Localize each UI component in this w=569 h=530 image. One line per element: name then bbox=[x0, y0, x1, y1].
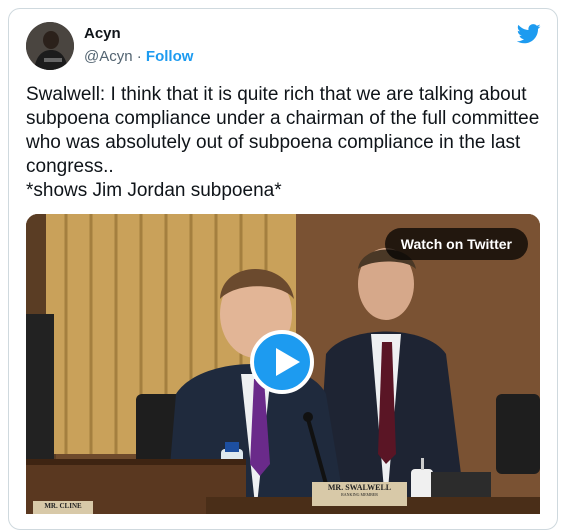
avatar[interactable] bbox=[26, 22, 74, 70]
watch-on-twitter-button[interactable]: Watch on Twitter bbox=[384, 228, 528, 260]
nameplate-main-text: MR. SWALWELL bbox=[327, 483, 392, 492]
author-handle[interactable]: @Acyn bbox=[84, 48, 133, 65]
tweet-card: Acyn @Acyn · Follow Swalwell: I think th… bbox=[8, 8, 558, 530]
separator: · bbox=[136, 48, 142, 65]
author-name[interactable]: Acyn bbox=[84, 25, 121, 42]
tweet-text: Swalwell: I think that it is quite rich … bbox=[26, 84, 540, 201]
nameplate-sub-text: RANKING MEMBER bbox=[341, 492, 378, 497]
nameplate-swalwell: MR. SWALWELL RANKING MEMBER bbox=[312, 483, 407, 497]
play-icon[interactable] bbox=[250, 330, 314, 394]
author-handle-row: @Acyn · Follow bbox=[84, 48, 193, 65]
video-thumbnail[interactable]: MR. SWALWELL RANKING MEMBER MR. CLINE Wa… bbox=[26, 214, 540, 514]
nameplate-cline: MR. CLINE bbox=[44, 502, 82, 510]
follow-button[interactable]: Follow bbox=[146, 48, 194, 65]
twitter-bird-icon[interactable] bbox=[517, 24, 541, 44]
